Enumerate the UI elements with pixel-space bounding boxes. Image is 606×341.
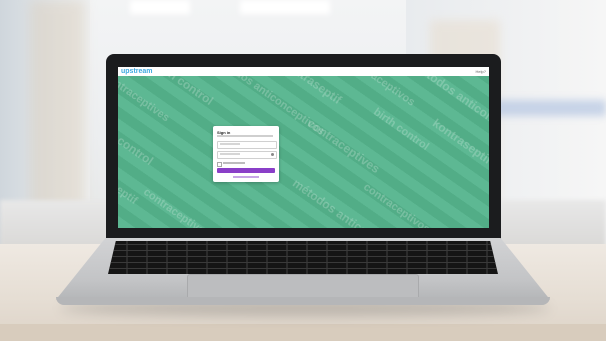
laptop-front-edge — [56, 297, 550, 305]
laptop-screen: upstream Help? contraceptives birth cont… — [118, 67, 489, 228]
pattern-word: contraceptivos — [361, 181, 433, 228]
ceiling-light — [240, 0, 330, 14]
pattern-word: contraceptivos — [141, 186, 213, 228]
email-placeholder — [220, 143, 240, 145]
photo-scene: upstream Help? contraceptives birth cont… — [0, 0, 606, 341]
pattern-word: kontraseptif — [118, 161, 140, 207]
signin-subtitle — [217, 135, 273, 137]
app-topbar: upstream Help? — [118, 67, 489, 76]
remember-me-label — [223, 162, 245, 164]
signin-button[interactable] — [217, 168, 275, 173]
pattern-word: birth control — [149, 76, 216, 109]
contraception-word-pattern: contraceptives birth control métodos ant… — [118, 76, 489, 228]
pattern-word: birth control — [118, 116, 156, 169]
forgot-password-link[interactable] — [233, 176, 259, 178]
pattern-word: contraceptives — [304, 116, 383, 177]
pattern-word: birth control — [371, 106, 432, 153]
help-link[interactable]: Help? — [476, 67, 486, 76]
pattern-word: kontraseptif — [429, 116, 489, 167]
signin-card: Sign in — [213, 126, 279, 182]
keyboard-rows — [108, 241, 498, 274]
password-placeholder — [220, 153, 240, 155]
remember-me-checkbox[interactable] — [217, 162, 222, 167]
upstream-logo[interactable]: upstream — [121, 67, 153, 76]
desk-edge — [0, 324, 606, 341]
pattern-word: contraceptives — [118, 76, 172, 125]
ceiling-light — [130, 0, 190, 14]
email-field[interactable] — [217, 141, 277, 149]
password-field[interactable] — [217, 151, 277, 159]
show-password-icon[interactable] — [271, 153, 274, 156]
pattern-word: contraceptivos — [346, 76, 418, 109]
